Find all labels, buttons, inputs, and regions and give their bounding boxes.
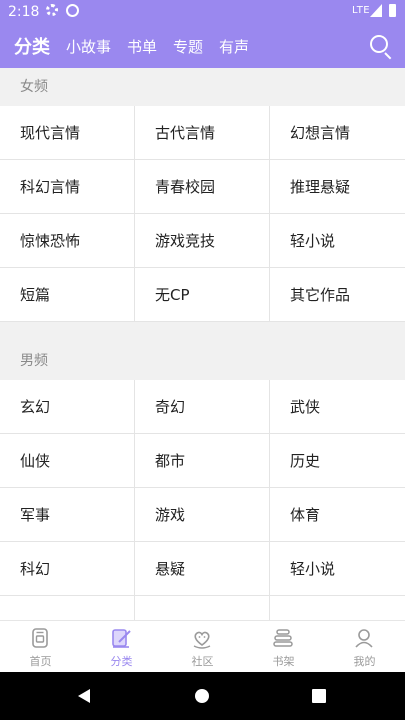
bottom-tab-bar: 首页 分类 社区 书架 我的 xyxy=(0,620,405,672)
category-item[interactable]: 短篇 xyxy=(0,268,135,322)
category-item[interactable]: 奇幻 xyxy=(135,380,270,434)
category-item[interactable]: 都市 xyxy=(135,434,270,488)
category-item[interactable]: 青春校园 xyxy=(135,160,270,214)
search-icon[interactable] xyxy=(370,35,392,60)
section-title-male: 男频 xyxy=(0,342,405,380)
screen: 2:18 LTE 分类 小故事 书单 专题 有声 女频 现代言情 古代言情 幻想… xyxy=(0,0,405,720)
category-item[interactable]: 历史 xyxy=(270,434,405,488)
category-item[interactable]: 推理悬疑 xyxy=(270,160,405,214)
bottom-tab-community[interactable]: 社区 xyxy=(162,621,243,673)
section-divider xyxy=(0,322,405,342)
category-item[interactable]: 仙侠 xyxy=(0,434,135,488)
bottom-tab-profile[interactable]: 我的 xyxy=(324,621,405,673)
section-title-female: 女频 xyxy=(0,68,405,106)
bottom-tab-label: 书架 xyxy=(272,655,295,668)
category-content: 女频 现代言情 古代言情 幻想言情 科幻言情 青春校园 推理悬疑 惊悚恐怖 游戏… xyxy=(0,68,405,620)
bottom-tab-label: 社区 xyxy=(191,655,214,668)
category-item[interactable]: 无CP xyxy=(135,268,270,322)
status-bar: 2:18 LTE xyxy=(0,0,405,24)
category-item[interactable]: 惊悚恐怖 xyxy=(0,214,135,268)
sync-icon xyxy=(66,4,79,17)
category-item[interactable]: 轻小说 xyxy=(270,214,405,268)
category-item[interactable]: 现代言情 xyxy=(0,106,135,160)
bottom-tab-home[interactable]: 首页 xyxy=(0,621,81,673)
bottom-tab-category[interactable]: 分类 xyxy=(81,621,162,673)
category-item[interactable]: 武侠 xyxy=(270,380,405,434)
tab-audio[interactable]: 有声 xyxy=(219,36,249,57)
home-icon[interactable] xyxy=(195,689,209,703)
category-item[interactable]: 游戏 xyxy=(135,488,270,542)
tab-short-stories[interactable]: 小故事 xyxy=(66,36,111,57)
category-item[interactable]: 科幻言情 xyxy=(0,160,135,214)
bookshelf-stack-icon xyxy=(273,629,293,647)
category-grid-male: 玄幻 奇幻 武侠 仙侠 都市 历史 军事 游戏 体育 科幻 悬疑 轻小说 xyxy=(0,380,405,620)
tab-book-lists[interactable]: 书单 xyxy=(127,36,157,57)
battery-icon xyxy=(389,4,396,17)
category-item[interactable]: 古代言情 xyxy=(135,106,270,160)
top-nav: 分类 小故事 书单 专题 有声 xyxy=(0,24,249,68)
category-item[interactable]: 玄幻 xyxy=(0,380,135,434)
recent-apps-icon[interactable] xyxy=(312,689,326,703)
network-type: LTE xyxy=(352,5,371,16)
category-item[interactable]: 幻想言情 xyxy=(270,106,405,160)
signal-icon xyxy=(370,4,382,17)
home-book-icon xyxy=(32,628,48,648)
tab-category[interactable]: 分类 xyxy=(14,33,50,59)
category-item[interactable]: 悬疑 xyxy=(135,542,270,596)
category-item[interactable]: 体育 xyxy=(270,488,405,542)
status-time: 2:18 xyxy=(8,4,40,20)
top-header: 分类 小故事 书单 专题 有声 xyxy=(0,24,405,68)
bottom-tab-bookshelf[interactable]: 书架 xyxy=(243,621,324,673)
system-nav-bar xyxy=(0,672,405,720)
tab-topics[interactable]: 专题 xyxy=(173,36,203,57)
category-item[interactable]: 科幻 xyxy=(0,542,135,596)
profile-icon xyxy=(355,629,373,648)
settings-gear-icon xyxy=(46,4,58,16)
back-icon[interactable] xyxy=(78,689,90,703)
category-pen-icon xyxy=(112,629,131,648)
category-item[interactable]: 游戏竞技 xyxy=(135,214,270,268)
bottom-tab-label: 分类 xyxy=(110,655,133,668)
bottom-tab-label: 我的 xyxy=(353,655,376,668)
category-item-partial[interactable] xyxy=(135,596,270,620)
category-item-partial[interactable] xyxy=(270,596,405,620)
bottom-tab-label: 首页 xyxy=(29,655,52,668)
community-heart-icon xyxy=(193,631,211,649)
category-item[interactable]: 军事 xyxy=(0,488,135,542)
category-item[interactable]: 其它作品 xyxy=(270,268,405,322)
category-item-partial[interactable] xyxy=(0,596,135,620)
category-grid-female: 现代言情 古代言情 幻想言情 科幻言情 青春校园 推理悬疑 惊悚恐怖 游戏竞技 … xyxy=(0,106,405,322)
category-item[interactable]: 轻小说 xyxy=(270,542,405,596)
